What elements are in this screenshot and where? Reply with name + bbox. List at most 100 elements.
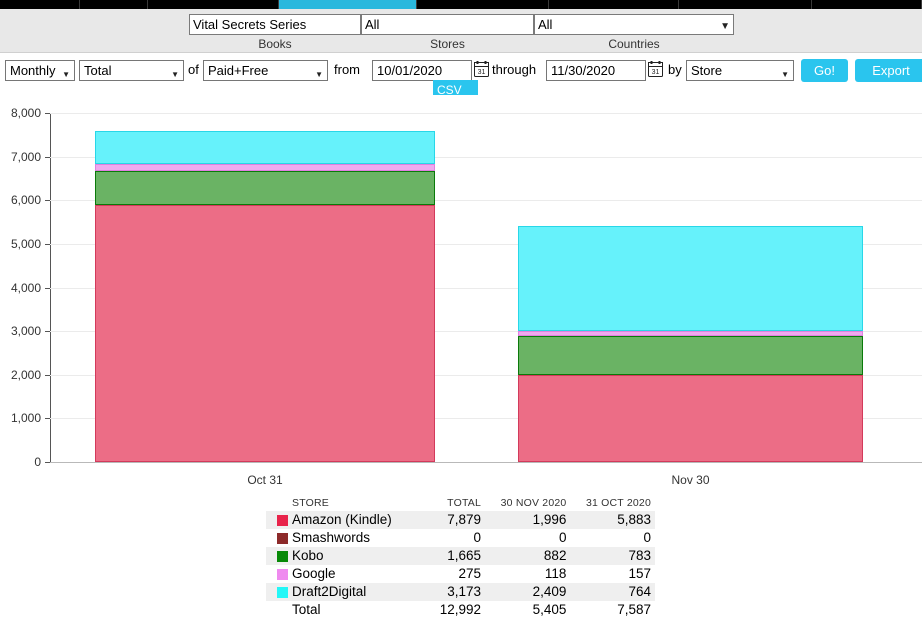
legend-header-swatch — [266, 496, 288, 511]
y-tick-mark-7000 — [45, 157, 50, 158]
y-axis-label-7000: 7,000 — [0, 150, 41, 164]
measure-select-value: Total — [84, 63, 111, 78]
y-tick-mark-6000 — [45, 200, 50, 201]
period-select[interactable]: Monthly — [5, 60, 75, 81]
chevron-down-icon: ▼ — [720, 18, 730, 35]
bar-segment-amazon-kindle[interactable] — [518, 375, 863, 462]
from-date-value: 10/01/2020 — [377, 63, 442, 78]
legend-header-total: TOTAL — [428, 496, 485, 511]
legend-swatch-cell — [266, 511, 288, 529]
y-tick-mark-0 — [45, 462, 50, 463]
product-type-select-value: Paid+Free — [208, 63, 268, 78]
y-tick-mark-1000 — [45, 418, 50, 419]
through-date-value: 11/30/2020 — [551, 63, 615, 78]
from-label: from — [334, 62, 360, 77]
group-by-select[interactable]: Store — [686, 60, 794, 81]
legend-total-row: Total 12,992 5,405 7,587 — [266, 601, 655, 619]
from-date-input[interactable]: 10/01/2020 — [372, 60, 472, 81]
legend-oct-value: 764 — [570, 583, 655, 601]
svg-text:31: 31 — [478, 69, 486, 76]
legend-nov-value: 118 — [485, 565, 570, 583]
stores-select-label: Stores — [361, 37, 534, 51]
nav-item-2[interactable] — [80, 0, 148, 9]
nav-item-8[interactable] — [812, 0, 922, 9]
stacked-bar-chart: 8,0007,0006,0005,0004,0003,0002,0001,000… — [0, 95, 922, 495]
countries-select-label: Countries — [534, 37, 734, 51]
legend-total-value: 7,879 — [428, 511, 485, 529]
nav-item-4[interactable] — [279, 0, 417, 9]
nav-item-6[interactable] — [549, 0, 679, 9]
color-swatch-icon — [277, 551, 288, 562]
legend-total-swatch — [266, 601, 288, 619]
export-button[interactable]: Export — [855, 59, 922, 82]
y-tick-mark-5000 — [45, 244, 50, 245]
nav-item-5[interactable] — [417, 0, 549, 9]
nav-item-1[interactable] — [0, 0, 80, 9]
legend-header-row: STORE TOTAL 30 NOV 2020 31 OCT 2020 — [266, 496, 655, 511]
legend-total-value: 275 — [428, 565, 485, 583]
legend-row[interactable]: Draft2Digital3,1732,409764 — [266, 583, 655, 601]
legend-total-label: Total — [288, 601, 428, 619]
legend-table-body: Amazon (Kindle)7,8791,9965,883Smashwords… — [266, 511, 655, 601]
bar-segment-google[interactable] — [518, 331, 863, 336]
period-select-value: Monthly — [10, 63, 56, 78]
legend-store-name: Kobo — [288, 547, 428, 565]
bar-segment-amazon-kindle[interactable] — [95, 205, 435, 462]
top-navigation-bar[interactable] — [0, 0, 922, 9]
store-legend-table: STORE TOTAL 30 NOV 2020 31 OCT 2020 Amaz… — [266, 496, 655, 619]
legend-swatch-cell — [266, 565, 288, 583]
bar-segment-kobo[interactable] — [95, 171, 435, 205]
x-axis-label-nov-30: Nov 30 — [631, 473, 751, 487]
stores-select-value: All — [365, 17, 379, 32]
legend-swatch-cell — [266, 529, 288, 547]
stores-select[interactable]: All — [361, 14, 534, 35]
measure-select[interactable]: Total — [79, 60, 184, 81]
legend-swatch-cell — [266, 547, 288, 565]
color-swatch-icon — [277, 515, 288, 526]
books-select-value: Vital Secrets Series — [193, 17, 306, 32]
y-axis-label-4000: 4,000 — [0, 281, 41, 295]
legend-row[interactable]: Smashwords000 — [266, 529, 655, 547]
y-axis-label-2000: 2,000 — [0, 368, 41, 382]
color-swatch-icon — [277, 587, 288, 598]
bar-segment-draft2digital[interactable] — [518, 226, 863, 331]
legend-header-oct: 31 OCT 2020 — [570, 496, 655, 511]
y-axis-label-1000: 1,000 — [0, 411, 41, 425]
countries-select[interactable]: ▼ All — [534, 14, 734, 35]
legend-store-name: Smashwords — [288, 529, 428, 547]
legend-total-value: 1,665 — [428, 547, 485, 565]
legend-header-store: STORE — [288, 496, 428, 511]
bar-segment-google[interactable] — [95, 164, 435, 171]
legend-total-oct: 7,587 — [570, 601, 655, 619]
through-date-input[interactable]: 11/30/2020 — [546, 60, 646, 81]
calendar-icon-from[interactable]: 31 — [474, 61, 489, 77]
legend-nov-value: 882 — [485, 547, 570, 565]
y-tick-mark-3000 — [45, 331, 50, 332]
countries-select-value: All — [538, 17, 552, 32]
y-tick-mark-2000 — [45, 375, 50, 376]
bar-segment-draft2digital[interactable] — [95, 131, 435, 164]
bar-group-nov-30[interactable] — [518, 113, 863, 462]
bar-group-oct-31[interactable] — [95, 113, 435, 462]
nav-item-3[interactable] — [148, 0, 279, 9]
legend-row[interactable]: Google275118157 — [266, 565, 655, 583]
y-axis-label-0: 0 — [0, 455, 41, 469]
books-select[interactable]: Vital Secrets Series — [189, 14, 361, 35]
bar-segment-kobo[interactable] — [518, 336, 863, 374]
legend-row[interactable]: Amazon (Kindle)7,8791,9965,883 — [266, 511, 655, 529]
go-button[interactable]: Go! — [801, 59, 848, 82]
x-axis-line — [50, 462, 922, 463]
calendar-icon-through[interactable]: 31 — [648, 61, 663, 77]
legend-table-foot: Total 12,992 5,405 7,587 — [266, 601, 655, 619]
legend-header-nov: 30 NOV 2020 — [485, 496, 570, 511]
legend-oct-value: 783 — [570, 547, 655, 565]
legend-total-value: 0 — [428, 529, 485, 547]
legend-oct-value: 5,883 — [570, 511, 655, 529]
product-type-select[interactable]: Paid+Free — [203, 60, 328, 81]
y-axis-label-3000: 3,000 — [0, 324, 41, 338]
x-axis-label-oct-31: Oct 31 — [205, 473, 325, 487]
legend-swatch-cell — [266, 583, 288, 601]
nav-item-7[interactable] — [679, 0, 812, 9]
y-axis-label-5000: 5,000 — [0, 237, 41, 251]
legend-row[interactable]: Kobo1,665882783 — [266, 547, 655, 565]
